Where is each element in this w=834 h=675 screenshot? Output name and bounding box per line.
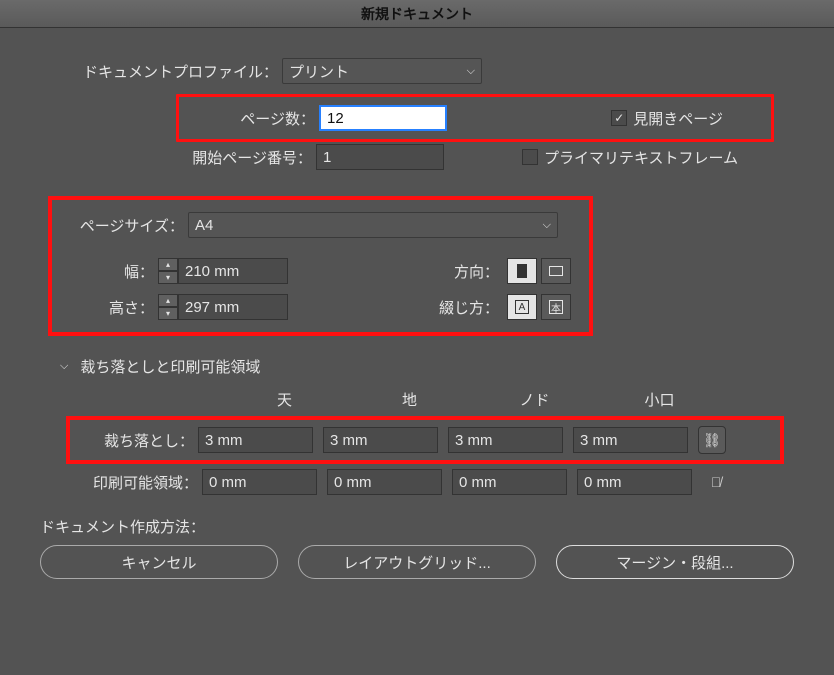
orientation-label: 方向：: [454, 261, 503, 282]
slug-bottom-input[interactable]: 0 mm: [327, 469, 442, 495]
binding-rtl-button[interactable]: 本: [541, 294, 571, 320]
cancel-button[interactable]: キャンセル: [40, 545, 278, 579]
unlink-icon[interactable]: ⛓̸: [702, 468, 730, 496]
pages-input[interactable]: 12: [319, 105, 447, 131]
width-label: 幅：: [62, 261, 158, 282]
link-icon[interactable]: ⛓: [698, 426, 726, 454]
slug-top-input[interactable]: 0 mm: [202, 469, 317, 495]
page-size-select[interactable]: A4 ⌵: [188, 212, 558, 238]
pages-label: ページ数：: [187, 108, 319, 129]
height-input[interactable]: 297 mm: [178, 294, 288, 320]
facing-pages-label: 見開きページ: [633, 108, 723, 129]
start-page-label: 開始ページ番号：: [176, 147, 316, 168]
disclosure-icon[interactable]: ⌵: [60, 360, 68, 373]
primary-text-checkbox[interactable]: [522, 149, 538, 165]
binding-label: 綴じ方：: [439, 297, 503, 318]
bleed-bottom-input[interactable]: 3 mm: [323, 427, 438, 453]
profile-value: プリント: [289, 61, 349, 82]
bleed-label: 裁ち落とし：: [80, 430, 198, 451]
orientation-portrait-button[interactable]: [507, 258, 537, 284]
chevron-down-icon: ⌵: [467, 65, 475, 78]
start-page-input[interactable]: 1: [316, 144, 444, 170]
slug-outside-input[interactable]: 0 mm: [577, 469, 692, 495]
slug-inside-input[interactable]: 0 mm: [452, 469, 567, 495]
page-size-value: A4: [195, 217, 213, 234]
primary-text-label: プライマリテキストフレーム: [544, 147, 738, 168]
layout-grid-button[interactable]: レイアウトグリッド...: [298, 545, 536, 579]
width-stepper[interactable]: ▴▾: [158, 258, 178, 284]
facing-pages-checkbox[interactable]: [611, 110, 627, 126]
orientation-landscape-button[interactable]: [541, 258, 571, 284]
create-method-label: ドキュメント作成方法：: [40, 516, 814, 537]
bleed-inside-input[interactable]: 3 mm: [448, 427, 563, 453]
page-size-label: ページサイズ：: [62, 215, 188, 236]
binding-ltr-button[interactable]: A: [507, 294, 537, 320]
window-title: 新規ドキュメント: [0, 0, 834, 28]
width-input[interactable]: 210 mm: [178, 258, 288, 284]
bleed-outside-input[interactable]: 3 mm: [573, 427, 688, 453]
profile-select[interactable]: プリント ⌵: [282, 58, 482, 84]
margin-columns-button[interactable]: マージン・段組...: [556, 545, 794, 579]
chevron-down-icon: ⌵: [543, 219, 551, 232]
bleed-column-headers: 天 地 ノド 小口: [222, 389, 814, 410]
height-stepper[interactable]: ▴▾: [158, 294, 178, 320]
bleed-section-label: 裁ち落としと印刷可能領域: [80, 356, 260, 377]
bleed-top-input[interactable]: 3 mm: [198, 427, 313, 453]
profile-label: ドキュメントプロファイル：: [36, 61, 282, 82]
slug-label: 印刷可能領域：: [66, 472, 202, 493]
height-label: 高さ：: [62, 297, 158, 318]
